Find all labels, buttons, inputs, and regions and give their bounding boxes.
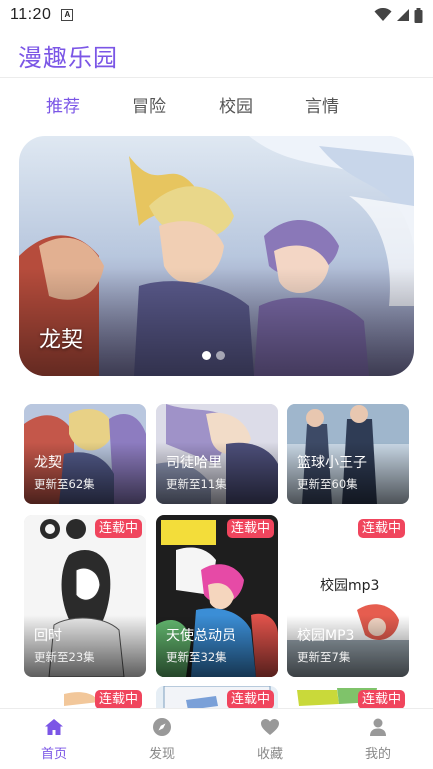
nav-profile-label: 我的 xyxy=(364,747,391,762)
banner-title: 龙契 xyxy=(39,328,84,353)
cover-text: 校园mp3 xyxy=(320,578,380,594)
status-bar: 11:20 A xyxy=(0,0,433,30)
status-badge: 连载中 xyxy=(357,690,405,708)
wifi-icon xyxy=(374,8,392,21)
comic-title: 天使总动员 xyxy=(166,628,236,644)
nav-home[interactable]: 首页 xyxy=(14,709,94,769)
comic-card[interactable]: 篮球小王子 更新至60集 xyxy=(287,404,409,504)
nav-discover-label: 发现 xyxy=(148,747,175,762)
signal-icon xyxy=(397,9,409,21)
comic-card[interactable]: 校园mp3 连载中 校园MP3 更新至7集 xyxy=(287,515,409,677)
comic-update: 更新至60集 xyxy=(297,477,358,491)
banner-dot[interactable] xyxy=(216,351,225,360)
tab-campus[interactable]: 校园 xyxy=(219,92,253,117)
nav-home-label: 首页 xyxy=(40,747,67,762)
status-badge: 连载中 xyxy=(94,690,142,708)
nav-discover[interactable]: 发现 xyxy=(122,709,202,769)
comic-title: 司徒哈里 xyxy=(166,455,222,471)
comic-grid: 龙契 更新至62集 司徒哈里 更新至11集 篮球小王子 更新至60集 连载中 回… xyxy=(0,404,433,708)
comic-update: 更新至62集 xyxy=(34,477,95,491)
tab-adventure[interactable]: 冒险 xyxy=(132,92,166,117)
status-time: 11:20 xyxy=(10,6,52,23)
status-badge: 连载中 xyxy=(357,519,405,538)
comic-title: 校园MP3 xyxy=(297,628,355,644)
comic-update: 更新至23集 xyxy=(34,650,95,664)
comic-card[interactable]: 龙契 更新至62集 xyxy=(24,404,146,504)
comic-update: 更新至32集 xyxy=(166,650,227,664)
app-title: 漫趣乐园 xyxy=(18,44,118,72)
comic-card[interactable]: 连载中 天使总动员 更新至32集 xyxy=(156,515,278,677)
comic-card[interactable]: 连载中 xyxy=(24,686,146,708)
banner-pagination xyxy=(202,351,225,360)
app-bar: 漫趣乐园 xyxy=(0,30,433,78)
tab-recommend[interactable]: 推荐 xyxy=(46,92,80,117)
comic-title: 回时 xyxy=(34,628,62,644)
featured-banner[interactable]: 龙契 xyxy=(19,136,414,376)
tab-romance[interactable]: 言情 xyxy=(305,92,339,117)
home-icon xyxy=(45,719,63,735)
user-icon xyxy=(370,718,386,736)
status-badge: 连载中 xyxy=(94,519,142,538)
banner-dot-active[interactable] xyxy=(202,351,211,360)
comic-update: 更新至11集 xyxy=(166,477,227,491)
category-tabs: 推荐 冒险 校园 言情 xyxy=(0,92,433,124)
comic-title: 篮球小王子 xyxy=(297,455,367,471)
comic-update: 更新至7集 xyxy=(297,650,351,664)
status-icons xyxy=(374,7,423,23)
comic-card[interactable]: 连载中 回时 更新至23集 xyxy=(24,515,146,677)
compass-icon xyxy=(153,718,171,736)
notification-icon: A xyxy=(61,9,74,21)
nav-favorites[interactable]: 收藏 xyxy=(230,709,310,769)
heart-icon xyxy=(261,719,279,735)
comic-title: 龙契 xyxy=(34,455,62,471)
comic-card[interactable]: 司徒哈里 更新至11集 xyxy=(156,404,278,504)
status-badge: 连载中 xyxy=(226,690,274,708)
nav-favorites-label: 收藏 xyxy=(256,747,283,762)
comic-card[interactable]: 连载中 xyxy=(156,686,278,708)
bottom-nav: 首页 发现 收藏 我的 xyxy=(0,708,433,769)
status-badge: 连载中 xyxy=(226,519,274,538)
nav-profile[interactable]: 我的 xyxy=(338,709,418,769)
comic-card[interactable]: 连载中 xyxy=(287,686,409,708)
battery-icon xyxy=(414,7,423,23)
